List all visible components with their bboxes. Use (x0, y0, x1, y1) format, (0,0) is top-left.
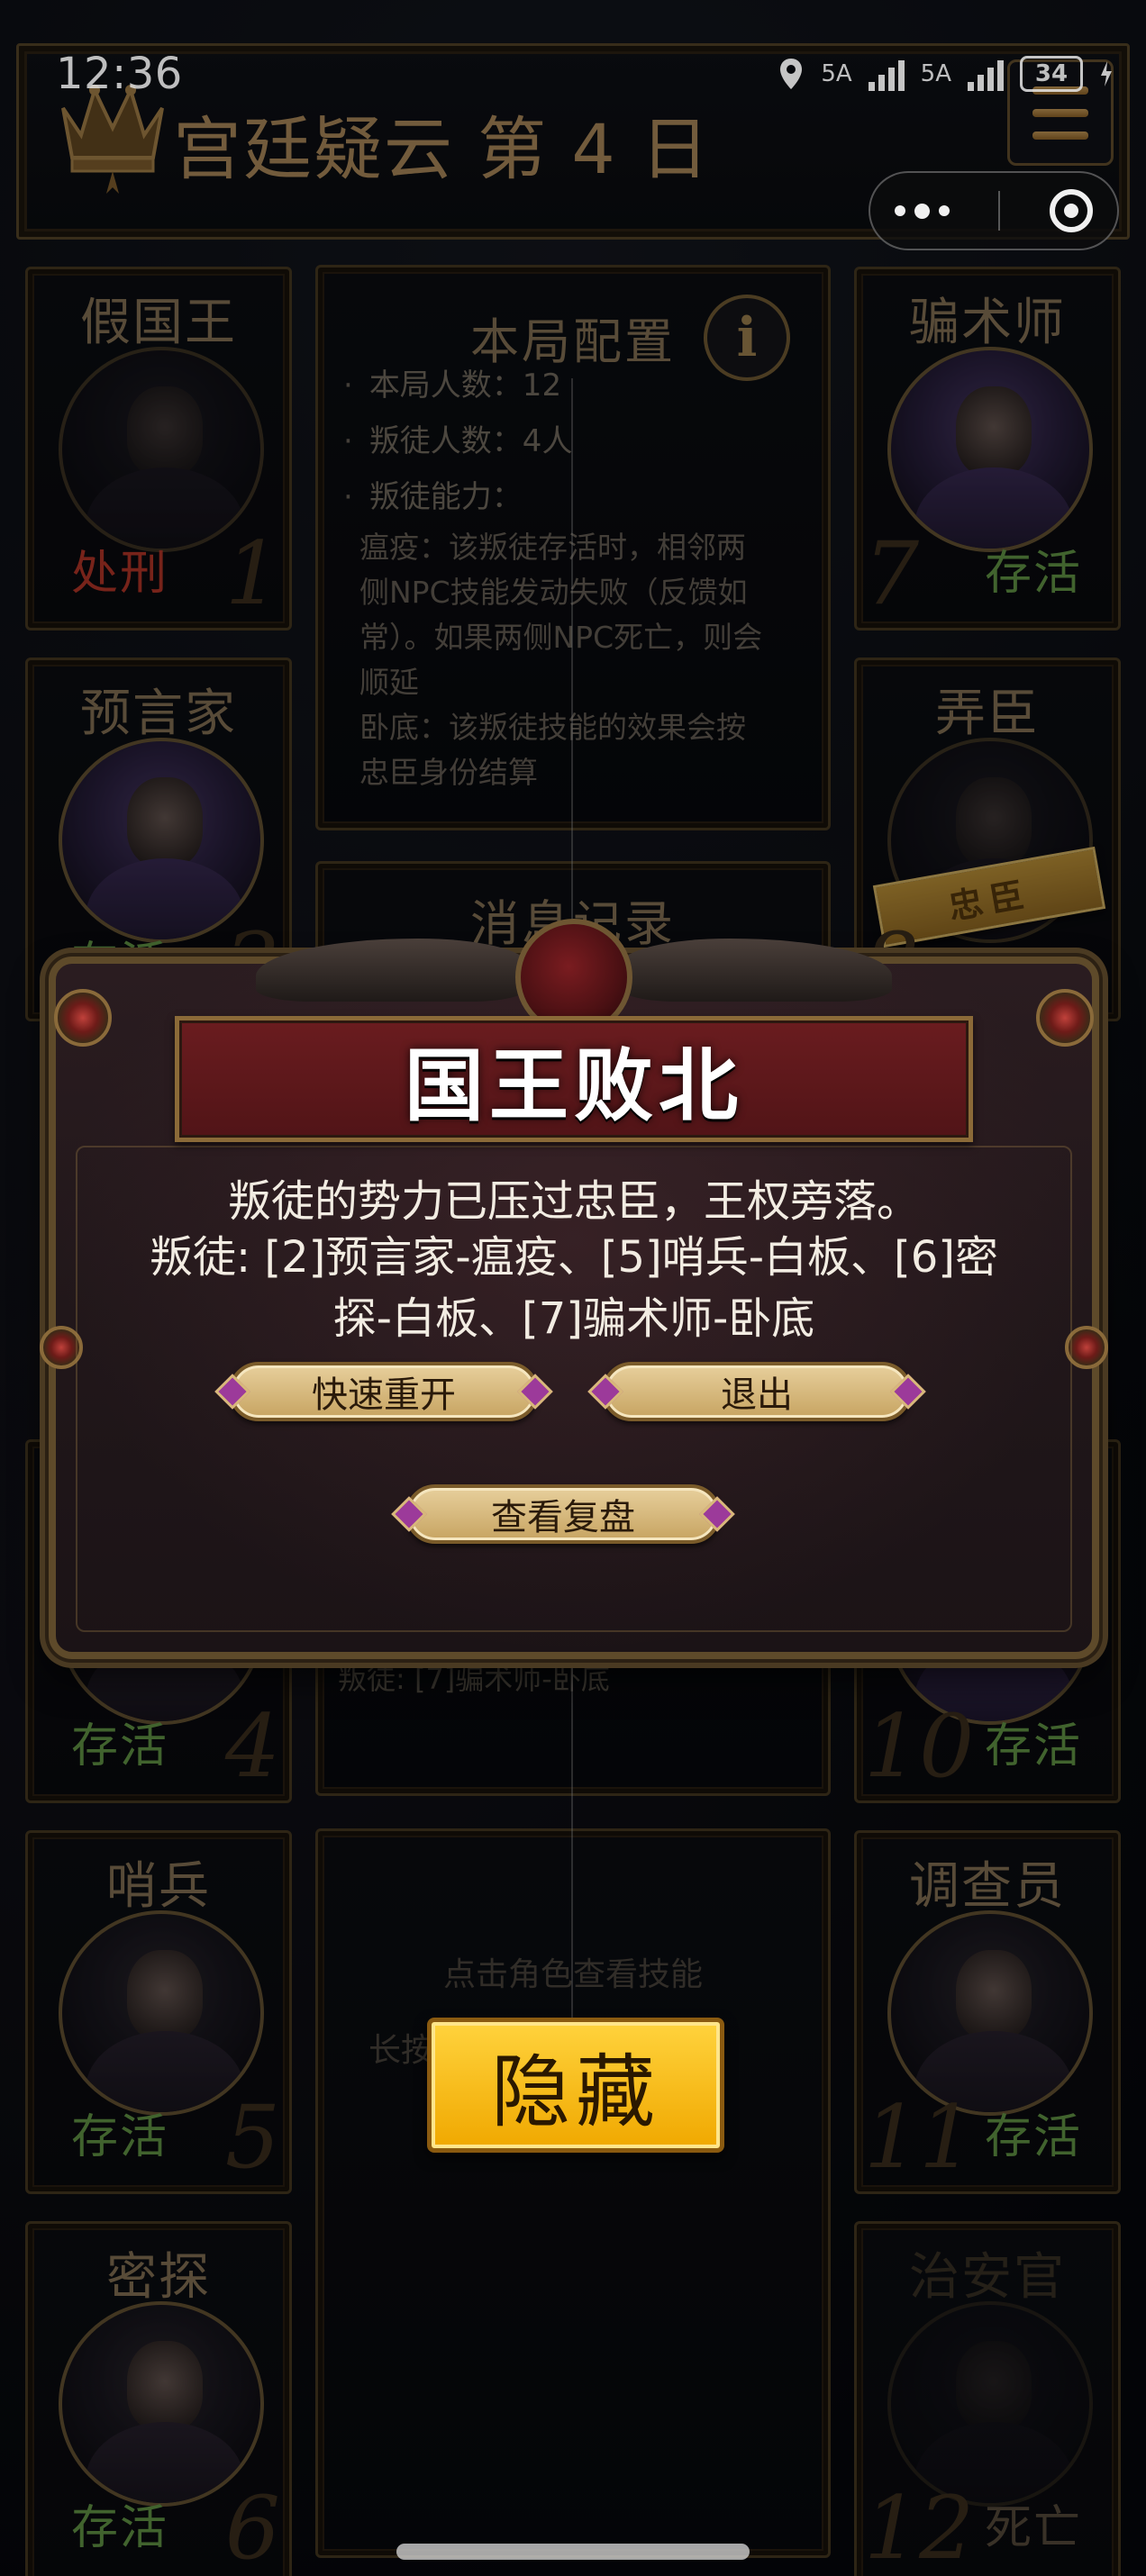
view-replay-button[interactable]: 查看复盘 (405, 1484, 721, 1544)
game-screen: 12:36 5A 5A 34 宫廷疑云 第 4 日 假国王 处刑 1 预言家 存… (0, 0, 1146, 2576)
capsule-divider (998, 191, 1001, 231)
result-dialog: 国王败北 叛徒的势力已压过忠臣，王权旁落。 叛徒: [2]预言家-瘟疫、[5]哨… (40, 919, 1108, 1659)
dialog-title: 国王败北 (404, 1039, 743, 1132)
traitor-list: 叛徒: [2]预言家-瘟疫、[5]哨兵-白板、[6]密探-白板、[7]骗术师-卧… (149, 1232, 999, 1344)
mini-program-capsule (869, 171, 1119, 250)
target-icon[interactable] (1049, 189, 1093, 232)
exit-button[interactable]: 退出 (602, 1362, 912, 1421)
more-dots-icon[interactable] (895, 203, 950, 219)
home-indicator[interactable] (396, 2544, 750, 2560)
corner-ornament (1036, 989, 1094, 1047)
corner-ornament (54, 989, 112, 1047)
quick-restart-button[interactable]: 快速重开 (229, 1362, 539, 1421)
dialog-banner: 国王败北 (175, 1016, 973, 1142)
dialog-message: 叛徒的势力已压过忠臣，王权旁落。 (227, 1176, 920, 1227)
hide-button[interactable]: 隐藏 (427, 2018, 724, 2153)
